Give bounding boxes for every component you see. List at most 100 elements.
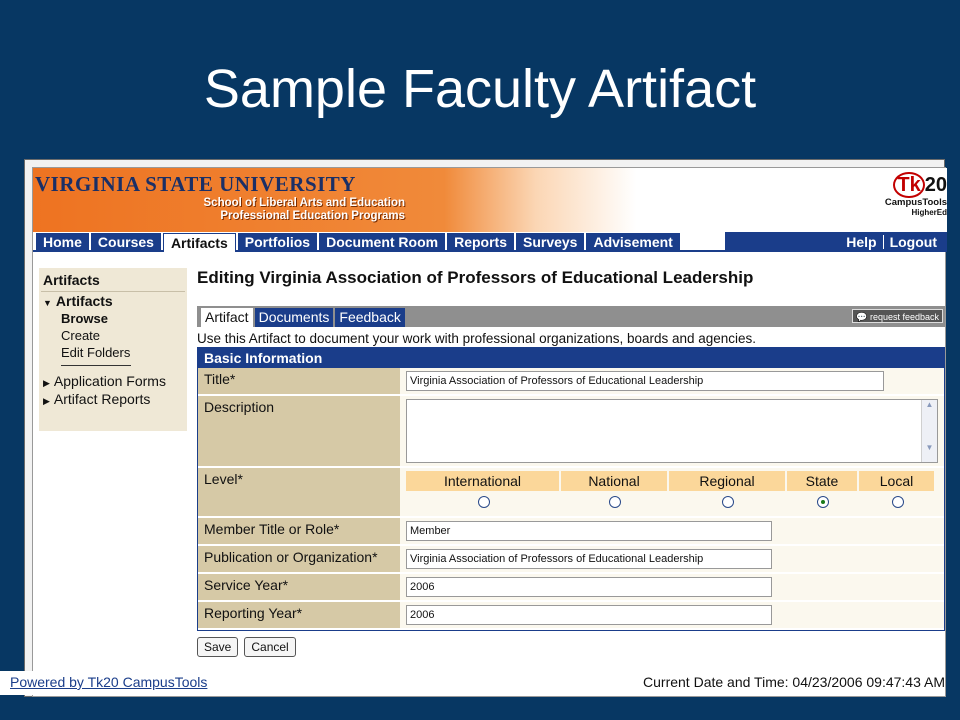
member-title-label: Member Title or Role*: [198, 518, 400, 544]
level-radio-international[interactable]: [477, 496, 490, 508]
tab-home[interactable]: Home: [36, 233, 89, 252]
publication-input[interactable]: Virginia Association of Professors of Ed…: [406, 549, 772, 569]
level-option-local: Local: [859, 471, 936, 513]
level-option-state: State: [787, 471, 859, 513]
sidebar-section-artifact-reports[interactable]: ▶ Artifact Reports: [39, 390, 187, 408]
member-title-input[interactable]: Member: [406, 521, 772, 541]
form-buttons: Save Cancel: [197, 637, 945, 657]
sidebar-header: Artifacts: [41, 268, 185, 292]
subtab-artifact[interactable]: Artifact: [201, 308, 253, 327]
app-frame: VIRGINIA STATE UNIVERSITY School of Libe…: [32, 167, 947, 697]
slide-title: Sample Faculty Artifact: [203, 59, 757, 119]
powered-by-link[interactable]: Powered by Tk20 CampusTools: [10, 674, 207, 690]
publication-field-cell: Virginia Association of Professors of Ed…: [400, 546, 944, 572]
level-radio-cell: [561, 491, 669, 513]
level-option-national: National: [561, 471, 669, 513]
university-name: VIRGINIA STATE UNIVERSITY: [35, 172, 356, 196]
tab-portfolios[interactable]: Portfolios: [237, 233, 318, 252]
sidebar-section-label: Artifacts: [55, 293, 113, 309]
sidebar-section-label: Artifact Reports: [53, 391, 151, 407]
school-line-2: Professional Education Programs: [220, 210, 405, 222]
form-row-reporting-year: Reporting Year* 2006: [198, 602, 944, 630]
panel-title: Basic Information: [198, 348, 944, 368]
caret-down-icon: ▼: [43, 298, 52, 308]
tk20-logo-mark: Tk 20: [893, 172, 947, 198]
level-label: Level*: [198, 468, 400, 516]
textarea-scrollbar[interactable]: ▲ ▼: [921, 400, 937, 462]
reporting-year-input[interactable]: 2006: [406, 605, 772, 625]
level-option-label: Local: [859, 471, 936, 491]
logout-link[interactable]: Logout: [884, 234, 943, 250]
subtab-feedback[interactable]: Feedback: [335, 308, 405, 327]
request-feedback-button[interactable]: 💬 request feedback: [852, 309, 943, 323]
level-radio-cell: [859, 491, 936, 513]
title-label: Title*: [198, 368, 400, 394]
tk20-logo: Tk 20 CampusTools HigherEd: [867, 172, 947, 217]
school-line-1: School of Liberal Arts and Education: [203, 197, 405, 209]
save-button[interactable]: Save: [197, 637, 239, 657]
form-row-service-year: Service Year* 2006: [198, 574, 944, 602]
banner: VIRGINIA STATE UNIVERSITY School of Libe…: [33, 168, 947, 232]
level-radio-state[interactable]: [817, 496, 829, 508]
help-link[interactable]: Help: [840, 234, 882, 250]
form-row-publication: Publication or Organization* Virginia As…: [198, 546, 944, 574]
level-radio-national[interactable]: [609, 496, 621, 508]
level-option-regional: Regional: [669, 471, 787, 513]
tab-surveys[interactable]: Surveys: [515, 233, 585, 252]
subtabs: Artifact Documents Feedback: [201, 308, 407, 327]
intro-text: Use this Artifact to document your work …: [197, 331, 757, 346]
subtab-documents[interactable]: Documents: [254, 308, 334, 327]
caret-right-icon: ▶: [43, 396, 50, 406]
sidebar-section-artifacts[interactable]: ▼ Artifacts: [39, 292, 187, 310]
service-year-label: Service Year*: [198, 574, 400, 600]
level-radio-cell: [406, 491, 561, 513]
reporting-year-field-cell: 2006: [400, 602, 944, 628]
reporting-year-label: Reporting Year*: [198, 602, 400, 628]
tab-advisement[interactable]: Advisement: [586, 233, 680, 252]
level-option-label: State: [787, 471, 859, 491]
sidebar-section-application-forms[interactable]: ▶ Application Forms: [39, 372, 187, 390]
nav-tabs: Home Courses Artifacts Portfolios Docume…: [36, 233, 682, 252]
level-option-label: National: [561, 471, 669, 491]
cancel-button[interactable]: Cancel: [244, 637, 296, 657]
description-textarea[interactable]: ▲ ▼: [406, 399, 938, 463]
basic-information-panel: Basic Information Title* Virginia Associ…: [197, 347, 945, 631]
member-title-field-cell: Member: [400, 518, 944, 544]
page-title: Editing Virginia Association of Professo…: [197, 268, 754, 287]
scroll-down-icon[interactable]: ▼: [922, 443, 937, 452]
form-row-level: Level* International National Regional S…: [198, 468, 944, 518]
sidebar-divider: [61, 365, 131, 366]
tab-courses[interactable]: Courses: [90, 233, 161, 252]
tab-document-room[interactable]: Document Room: [319, 233, 446, 252]
sidebar-item-create[interactable]: Create: [39, 327, 187, 344]
request-feedback-label: request feedback: [869, 312, 939, 322]
title-input[interactable]: Virginia Association of Professors of Ed…: [406, 371, 884, 391]
tab-reports[interactable]: Reports: [447, 233, 514, 252]
sidebar-item-browse[interactable]: Browse: [39, 310, 187, 327]
title-field-cell: Virginia Association of Professors of Ed…: [400, 368, 944, 394]
sidebar-section-label: Application Forms: [53, 373, 166, 389]
level-option-international: International: [406, 471, 561, 513]
tab-artifacts[interactable]: Artifacts: [162, 233, 236, 252]
current-datetime: Current Date and Time: 04/23/2006 09:47:…: [643, 674, 945, 690]
description-field-cell: ▲ ▼: [400, 396, 944, 466]
level-radio-local[interactable]: [891, 496, 904, 508]
scroll-up-icon[interactable]: ▲: [922, 400, 937, 409]
logo-campustools: CampusTools: [884, 197, 947, 208]
school-name: School of Liberal Arts and Education Pro…: [173, 197, 405, 223]
level-field-cell: International National Regional State Lo…: [400, 468, 944, 516]
level-radio-cell: [787, 491, 859, 513]
tk-logo-number: 20: [924, 174, 947, 196]
form-row-member-title: Member Title or Role* Member: [198, 518, 944, 546]
level-option-label: Regional: [669, 471, 787, 491]
subtabs-bar: Artifact Documents Feedback 💬 request fe…: [197, 306, 945, 327]
footer: Powered by Tk20 CampusTools Current Date…: [0, 671, 945, 695]
level-option-label: International: [406, 471, 561, 491]
level-radio-regional[interactable]: [722, 496, 734, 508]
speech-bubble-icon: 💬: [856, 312, 868, 322]
description-label: Description: [198, 396, 400, 466]
main-content: Editing Virginia Association of Professo…: [197, 268, 945, 657]
form-row-description: Description ▲ ▼: [198, 396, 944, 468]
sidebar-item-edit-folders[interactable]: Edit Folders: [39, 344, 187, 361]
service-year-input[interactable]: 2006: [406, 577, 772, 597]
